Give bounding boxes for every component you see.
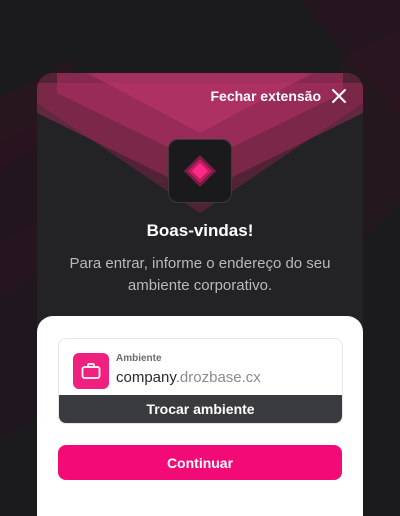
environment-value-prefix: company	[116, 369, 176, 386]
continue-button[interactable]: Continuar	[58, 445, 342, 480]
environment-panel: Ambiente company.drozbase.cx Trocar ambi…	[37, 316, 363, 516]
close-extension-button[interactable]: Fechar extensão	[211, 87, 348, 105]
environment-icon-tile	[73, 353, 109, 389]
environment-label: Ambiente	[116, 353, 162, 364]
environment-value-suffix: .drozbase.cx	[175, 369, 261, 386]
drozbase-logo	[168, 139, 232, 203]
drozbase-diamond-logo-icon	[184, 155, 216, 187]
close-icon	[332, 89, 346, 103]
close-extension-label: Fechar extensão	[210, 88, 322, 104]
environment-value: company.drozbase.cx	[116, 369, 261, 386]
environment-selector: Ambiente company.drozbase.cx Trocar ambi…	[58, 338, 343, 424]
welcome-title: Boas-vindas!	[146, 221, 254, 240]
briefcase-icon	[81, 363, 101, 379]
switch-environment-button[interactable]: Trocar ambiente	[59, 395, 342, 423]
welcome-subtitle: Para entrar, informe o endereço do seu a…	[69, 255, 331, 294]
